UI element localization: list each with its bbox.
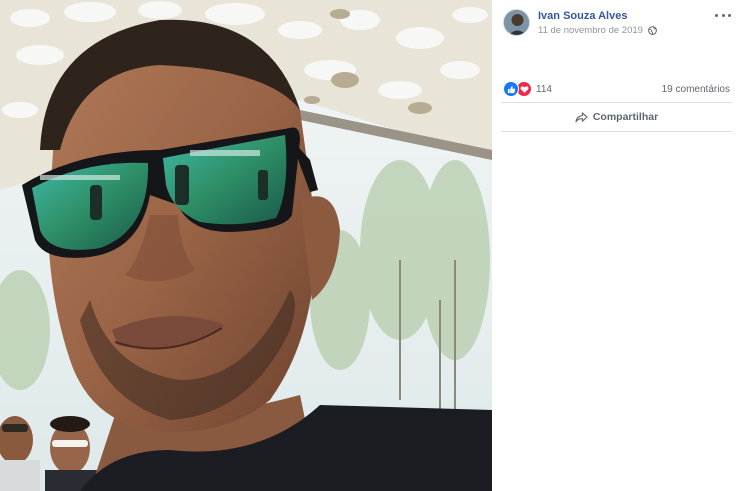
more-dot [715,13,718,17]
share-arrow-icon [575,111,588,122]
divider [501,131,732,132]
more-options-icon[interactable] [715,9,731,21]
photo-image [0,0,492,491]
reaction-count: 114 [536,83,552,95]
share-label: Compartilhar [592,111,659,123]
author-name[interactable]: Ivan Souza Alves [538,10,627,22]
divider [501,102,732,103]
comments-count-link[interactable]: 19 comentários [662,84,730,95]
more-dot [728,13,731,17]
heart-icon [520,85,528,93]
photo-viewer: Ivan Souza Alves 11 de novembro de 2019 [0,0,740,491]
post-photo[interactable] [0,0,492,491]
post-sidebar: Ivan Souza Alves 11 de novembro de 2019 [493,0,740,491]
avatar-image [504,10,529,35]
reactions-summary[interactable]: 114 [503,81,552,97]
globe-icon[interactable] [648,26,657,35]
author-avatar[interactable] [503,9,530,36]
thumbs-up-icon [507,85,515,93]
share-button[interactable]: Compartilhar [501,104,732,130]
post-meta: 11 de novembro de 2019 [538,25,657,36]
more-dot [721,13,725,17]
post-date[interactable]: 11 de novembro de 2019 [538,25,643,36]
like-reaction-icon [503,81,519,97]
